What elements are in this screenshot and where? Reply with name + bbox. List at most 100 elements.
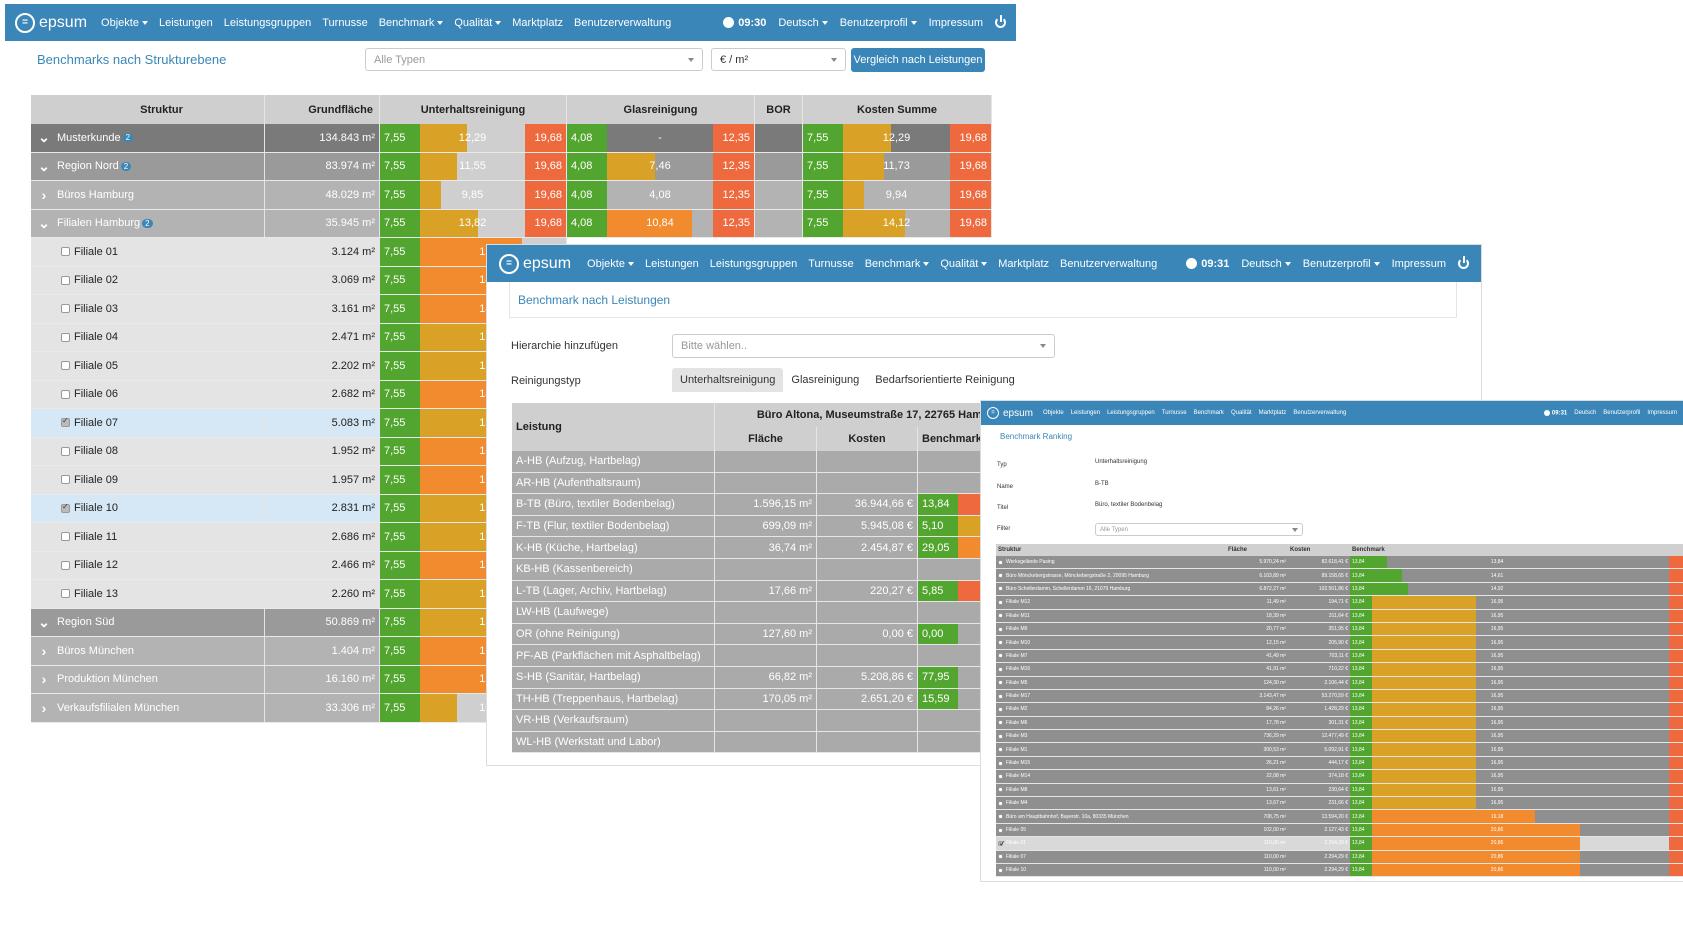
menu-item-2[interactable]: Leistungsgruppen [1107, 410, 1155, 416]
table-row[interactable]: Filiale 01 110,00 m² 2.294,29 €13,84 20,86 [996, 837, 1683, 851]
table-row[interactable]: Filiale 05 102,00 m² 2.127,43 €13,84 20,86 [996, 823, 1683, 838]
menu-item-7[interactable]: Benutzerverwaltung [574, 17, 671, 29]
table-row[interactable]: Filiale M11 18,39 m² 311,64 €13,84 16,95 [996, 609, 1683, 623]
table-row[interactable]: L-TB (Lager, Archiv, Hartbelag) 17,66 m² 2… [512, 580, 982, 603]
table-row[interactable]: S-HB (Sanitär, Hartbelag) 66,82 m² 5.208,8… [512, 666, 982, 689]
menu-item-3[interactable]: Turnusse [808, 258, 853, 270]
hierarchy-select[interactable]: Bitte wählen.. [672, 334, 1055, 358]
menu-item-6[interactable]: Marktplatz [1259, 410, 1287, 416]
impressum-link[interactable]: Impressum [929, 17, 983, 29]
chevron-right-icon[interactable]: › [31, 700, 57, 716]
type-filter-select[interactable]: Alle Typen [365, 48, 703, 71]
table-row[interactable]: ⌄ Region Nord 2 83.974 m² 7,55 11,55 19,68 4,08… [31, 152, 992, 181]
chevron-right-icon[interactable]: › [31, 671, 57, 687]
table-row[interactable]: Filiale M2 84,26 m² 1.428,29 €13,84 16,95 [996, 703, 1683, 717]
row-checkbox[interactable] [61, 502, 70, 513]
menu-item-5[interactable]: Qualität [1231, 410, 1252, 416]
column-header[interactable]: Glasreinigung [567, 95, 755, 124]
table-row[interactable]: Filiale M14 22,08 m² 374,18 €13,84 16,95 [996, 770, 1683, 784]
table-row[interactable]: K-HB (Küche, Hartbelag) 36,74 m² 2.454,87 … [512, 537, 982, 559]
brand[interactable]: = epsum [499, 253, 571, 274]
column-header-leistung[interactable]: Leistung [512, 403, 715, 451]
table-row[interactable]: › Büros Hamburg 48.029 m² 7,55 9,85 19,68 4,08… [31, 181, 992, 210]
row-checkbox[interactable] [61, 416, 70, 428]
table-row[interactable]: Filiale M17 3.143,47 m² 53.270,59 €13,84 16… [996, 689, 1683, 704]
menu-item-2[interactable]: Leistungsgruppen [224, 17, 311, 29]
table-row[interactable]: Filiale M10 12,15 m² 205,90 €13,84 16,95 [996, 636, 1683, 650]
column-header[interactable]: Fläche [1226, 544, 1288, 556]
tab-0[interactable]: Unterhaltsreinigung [672, 368, 784, 392]
table-row[interactable]: LW-HB (Laufwege) [512, 602, 982, 624]
column-header[interactable]: BOR [755, 95, 803, 124]
chevron-right-icon[interactable]: › [31, 187, 57, 203]
unit-select[interactable]: € / m² [711, 48, 846, 71]
column-header[interactable]: Kosten [1288, 544, 1350, 556]
column-header[interactable]: Struktur [31, 95, 265, 124]
impressum-link[interactable]: Impressum [1647, 410, 1677, 416]
power-icon[interactable] [995, 17, 1006, 28]
column-header[interactable]: Grundfläche [265, 95, 380, 124]
table-row[interactable]: Filiale M5 124,30 m² 2.106,44 €13,84 16,95 [996, 676, 1683, 690]
table-row[interactable]: F-TB (Flur, textiler Bodenbelag) 699,09 m… [512, 515, 982, 538]
menu-item-5[interactable]: Qualität [940, 258, 987, 270]
column-header[interactable]: Benchmark [918, 427, 982, 451]
chevron-down-icon[interactable]: ⌄ [31, 129, 57, 146]
chevron-down-icon[interactable]: ⌄ [31, 158, 57, 175]
table-row[interactable]: Filiale M6 17,78 m² 301,31 €13,84 16,95 [996, 716, 1683, 731]
menu-item-2[interactable]: Leistungsgruppen [710, 258, 797, 270]
menu-item-0[interactable]: Objekte [101, 17, 148, 29]
language-menu[interactable]: Deutsch [778, 17, 827, 29]
power-icon[interactable] [1458, 258, 1469, 269]
row-checkbox[interactable] [998, 787, 1003, 793]
table-row[interactable]: Filiale M15 26,21 m² 444,17 €13,84 16,95 [996, 756, 1683, 771]
row-checkbox[interactable] [998, 706, 1003, 712]
menu-item-0[interactable]: Objekte [1043, 410, 1064, 416]
brand[interactable]: = epsum [987, 407, 1033, 419]
row-checkbox[interactable] [998, 800, 1003, 806]
menu-item-1[interactable]: Leistungen [1071, 410, 1100, 416]
filter-select[interactable]: Alle Typen [1095, 523, 1303, 536]
menu-item-1[interactable]: Leistungen [645, 258, 699, 270]
table-row[interactable]: Filiale M4 13,67 m² 231,66 €13,84 16,95 [996, 797, 1683, 811]
table-row[interactable]: Büro Schellerdamm, Schellerdamm 16, 2107… [996, 582, 1683, 597]
menu-item-6[interactable]: Marktplatz [998, 258, 1049, 270]
tab-2[interactable]: Bedarfsorientierte Reinigung [867, 368, 1022, 392]
row-checkbox[interactable] [61, 332, 70, 342]
column-header[interactable]: Struktur [996, 544, 1226, 556]
table-row[interactable]: TH-HB (Treppenhaus, Hartbelag) 170,05 m² 2… [512, 688, 982, 711]
row-checkbox[interactable] [61, 389, 70, 399]
row-checkbox[interactable] [61, 361, 70, 371]
row-checkbox[interactable] [998, 733, 1003, 739]
row-checkbox[interactable] [998, 653, 1003, 659]
table-row[interactable]: KB-HB (Kassenbereich) [512, 558, 982, 581]
menu-item-3[interactable]: Turnusse [322, 17, 367, 29]
row-checkbox[interactable] [998, 773, 1003, 779]
row-checkbox[interactable] [998, 839, 1006, 848]
menu-item-4[interactable]: Benchmark [379, 17, 444, 29]
row-checkbox[interactable] [998, 680, 1003, 686]
row-checkbox[interactable] [998, 666, 1003, 672]
row-checkbox[interactable] [998, 854, 1003, 860]
row-checkbox[interactable] [998, 747, 1003, 753]
row-checkbox[interactable] [61, 560, 70, 570]
table-row[interactable]: Filiale M7 41,49 m² 703,11 €13,84 16,95 [996, 649, 1683, 664]
profile-menu[interactable]: Benutzerprofil [840, 17, 917, 29]
table-row[interactable]: VR-HB (Verkaufsraum) [512, 710, 982, 732]
chevron-down-icon[interactable]: ⌄ [31, 614, 57, 631]
menu-item-3[interactable]: Turnusse [1162, 410, 1187, 416]
language-menu[interactable]: Deutsch [1241, 258, 1290, 270]
row-checkbox[interactable] [61, 247, 70, 257]
profile-menu[interactable]: Benutzerprofil [1303, 258, 1380, 270]
chevron-down-icon[interactable]: ⌄ [31, 215, 57, 232]
table-row[interactable]: WL-HB (Werkstatt und Labor) [512, 731, 982, 754]
table-row[interactable]: OR (ohne Reinigung) 127,60 m² 0,00 €0,00 [512, 623, 982, 646]
menu-item-1[interactable]: Leistungen [159, 17, 213, 29]
row-checkbox[interactable] [998, 586, 1003, 592]
row-checkbox[interactable] [998, 599, 1003, 605]
table-row[interactable]: AR-HB (Aufenthaltsraum) [512, 472, 982, 495]
language-menu[interactable]: Deutsch [1574, 410, 1596, 416]
row-checkbox[interactable] [998, 827, 1003, 833]
table-row[interactable]: Filiale M9 20,77 m² 351,95 €13,84 16,95 [996, 622, 1683, 637]
column-header[interactable]: Fläche [715, 427, 817, 451]
row-checkbox[interactable] [998, 626, 1003, 632]
